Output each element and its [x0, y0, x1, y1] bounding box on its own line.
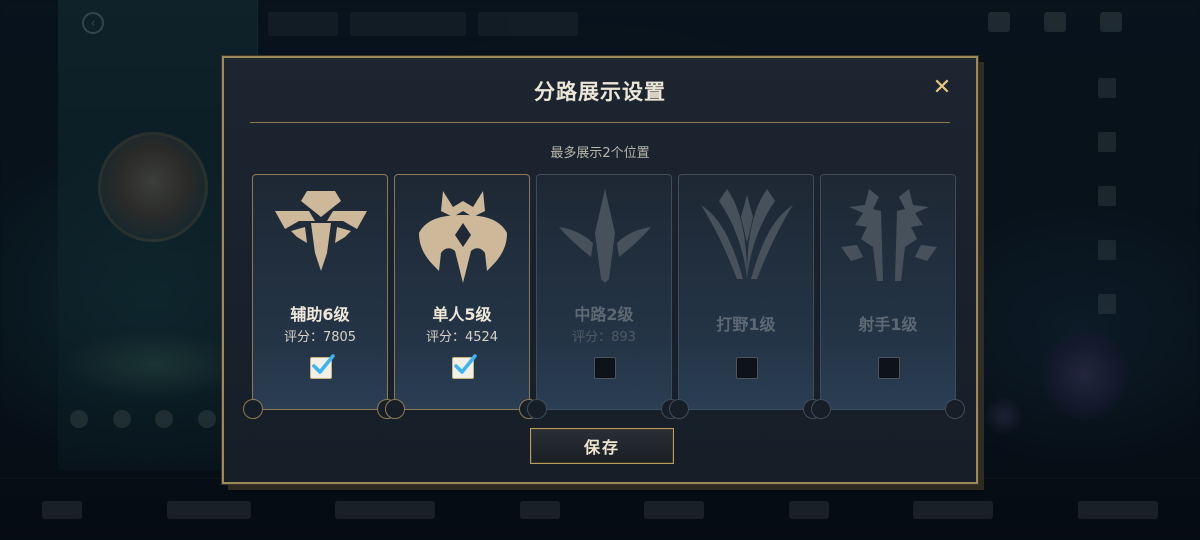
- mid-role-icon: [559, 189, 651, 283]
- role-checkbox-solo[interactable]: [452, 354, 477, 379]
- close-icon[interactable]: ✕: [930, 76, 954, 100]
- role-checkbox-support[interactable]: [310, 354, 335, 379]
- role-card-jungle[interactable]: 打野1级: [669, 174, 823, 419]
- role-cards: 辅助6级 评分：7805 单人5级 评分：4524 中路2级 评分：893 打野…: [243, 174, 965, 419]
- role-rank: 中路2级: [574, 305, 634, 324]
- title-divider: [250, 122, 950, 123]
- role-score: 评分：893: [572, 330, 636, 345]
- jungle-role-icon: [701, 189, 793, 279]
- role-card-marksman[interactable]: 射手1级: [811, 174, 965, 419]
- role-rank: 射手1级: [858, 315, 918, 334]
- role-score: 评分：7805: [283, 330, 357, 345]
- role-checkbox-marksman[interactable]: [878, 357, 900, 379]
- role-card-mid[interactable]: 中路2级 评分：893: [527, 174, 681, 419]
- role-rank: 辅助6级: [290, 305, 350, 324]
- dialog-title: 分路展示设置: [534, 80, 666, 104]
- checkmark-icon: [454, 354, 477, 374]
- checkmark-icon: [312, 354, 335, 374]
- role-rank: 单人5级: [432, 305, 492, 324]
- role-score: 评分：4524: [425, 330, 499, 345]
- role-card-support[interactable]: 辅助6级 评分：7805: [243, 174, 397, 419]
- role-checkbox-mid[interactable]: [594, 357, 616, 379]
- dialog-subtitle: 最多展示2个位置: [550, 146, 650, 161]
- save-button[interactable]: 保存: [530, 428, 674, 464]
- role-rank: 打野1级: [716, 315, 776, 334]
- solo-role-icon: [419, 191, 507, 283]
- support-role-icon: [275, 191, 367, 271]
- lane-display-settings-dialog: 分路展示设置 ✕ 最多展示2个位置 辅助6级 评分：7805 单人5级 评分：4…: [222, 56, 978, 484]
- marksman-role-icon: [841, 189, 937, 281]
- role-checkbox-jungle[interactable]: [736, 357, 758, 379]
- role-card-solo[interactable]: 单人5级 评分：4524: [385, 174, 539, 419]
